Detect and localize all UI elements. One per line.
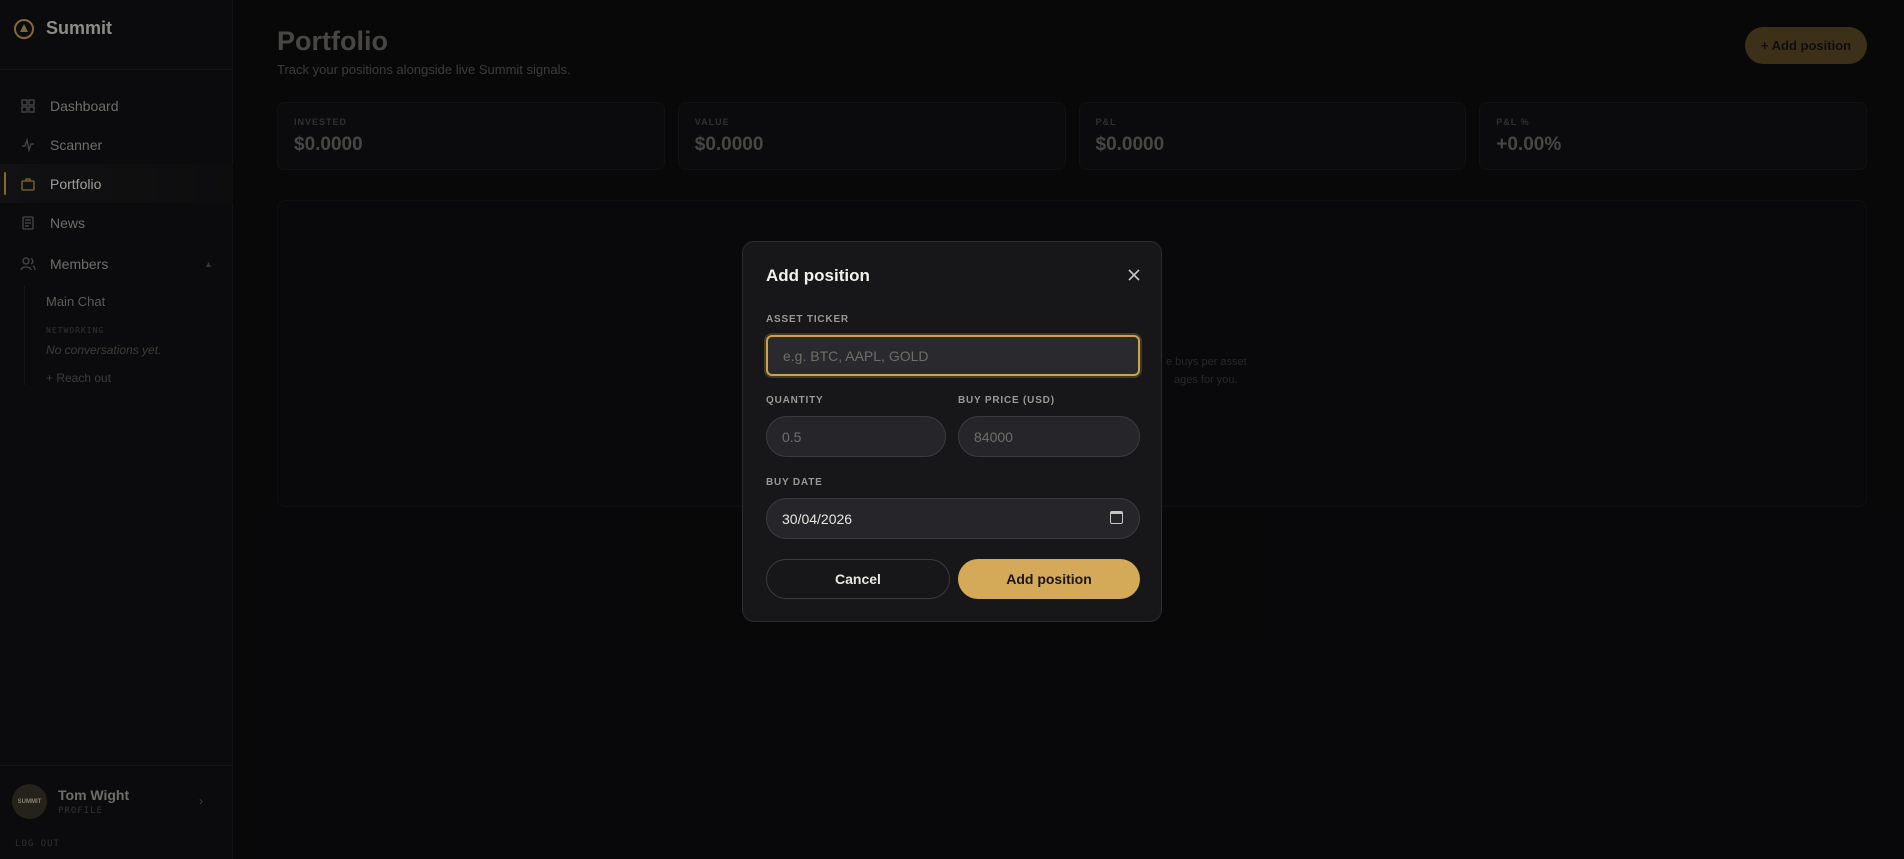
close-button[interactable] — [1124, 266, 1144, 286]
cancel-button[interactable]: Cancel — [766, 559, 950, 599]
buy-price-label: BUY PRICE (USD) — [958, 395, 1055, 406]
asset-ticker-input[interactable] — [766, 335, 1140, 376]
buy-date-label: BUY DATE — [766, 477, 823, 488]
quantity-label: QUANTITY — [766, 395, 824, 406]
modal-title: Add position — [766, 266, 870, 285]
quantity-input[interactable] — [766, 416, 946, 457]
buy-date-value: 30/04/2026 — [782, 510, 853, 527]
close-icon — [1128, 269, 1140, 281]
submit-add-position-button[interactable]: Add position — [958, 559, 1140, 599]
ticker-label: ASSET TICKER — [766, 314, 849, 325]
calendar-icon[interactable] — [1110, 511, 1123, 524]
buy-date-input[interactable]: 30/04/2026 — [766, 498, 1140, 539]
add-position-modal: Add position ASSET TICKER QUANTITY BUY P… — [742, 241, 1162, 622]
buy-price-input[interactable] — [958, 416, 1140, 457]
